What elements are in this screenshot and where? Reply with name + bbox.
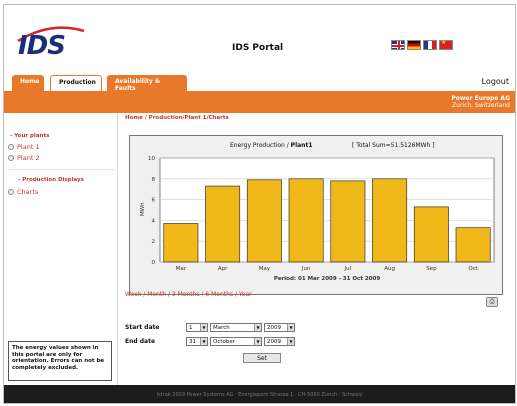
- breadcrumb[interactable]: Home / Production/Plant 1/Charts: [125, 115, 229, 121]
- start-month-select[interactable]: March ▼: [210, 323, 262, 332]
- german-flag-icon[interactable]: [407, 40, 421, 50]
- language-selector: [391, 39, 453, 50]
- x-tick-label: Jun: [301, 266, 311, 272]
- x-tick-label: May: [259, 266, 271, 272]
- x-tick-label: Sep: [426, 266, 437, 272]
- company-location: Zurich, Switzerland: [452, 102, 510, 109]
- start-date-label: Start date: [125, 324, 160, 331]
- portal-window: IDS IDS Portal Home Production Availabil…: [3, 4, 516, 404]
- bar: [455, 227, 491, 263]
- end-day-value: 31: [189, 338, 196, 345]
- sidebar-item-label: Charts: [17, 188, 39, 196]
- sidebar-item-label: Plant 2: [17, 154, 40, 162]
- print-button[interactable]: ⎙: [486, 297, 498, 307]
- tab-availability-faults[interactable]: Availability & Faults: [107, 75, 187, 92]
- bullet-icon: [8, 189, 14, 195]
- end-year-select[interactable]: 2009 ▼: [264, 337, 295, 346]
- sidebar-item-plant-1[interactable]: Plant 1: [8, 143, 40, 151]
- footer: Istrak 2009 Power Systems AG · Energiepa…: [4, 385, 515, 403]
- chevron-down-icon: ▼: [254, 324, 261, 331]
- company-band: Power Europe AG Zurich, Switzerland: [4, 93, 515, 113]
- sidebar-item-label: Plant 1: [17, 143, 40, 151]
- y-tick-label: 8: [152, 177, 156, 183]
- chevron-down-icon: ▼: [287, 338, 294, 345]
- end-month-select[interactable]: October ▼: [210, 337, 262, 346]
- start-year-value: 2009: [267, 324, 281, 331]
- main-content: Home / Production/Plant 1/Charts Energy …: [122, 113, 514, 385]
- x-tick-label: Oct: [468, 266, 478, 272]
- company-name: Power Europe AG: [451, 95, 510, 102]
- bullet-icon: [8, 144, 14, 150]
- bullet-icon: [8, 155, 14, 161]
- x-tick-label: Aug: [384, 266, 395, 272]
- chevron-down-icon: ▼: [254, 338, 261, 345]
- plants-header: - Your plants: [10, 133, 50, 139]
- y-tick-label: 2: [152, 239, 156, 245]
- y-axis-label: MWh: [140, 202, 146, 216]
- bar: [163, 223, 199, 263]
- sidebar-divider: [8, 169, 114, 170]
- chart-period: Period: 01 Mar 2009 - 31 Oct 2009: [274, 276, 381, 282]
- x-tick-label: Mar: [176, 266, 187, 272]
- start-day-value: 1: [189, 324, 193, 331]
- bar: [372, 178, 408, 263]
- production-displays-header: - Production Displays: [18, 177, 84, 183]
- bar: [288, 178, 324, 263]
- chevron-down-icon: ▼: [287, 324, 294, 331]
- bar: [413, 206, 449, 263]
- portal-title: IDS Portal: [232, 43, 284, 53]
- x-tick-label: Jul: [344, 266, 352, 272]
- printer-icon: ⎙: [489, 298, 495, 305]
- set-button[interactable]: Set: [243, 353, 281, 363]
- english-flag-icon[interactable]: [391, 40, 405, 50]
- company-info: Power Europe AG Zurich, Switzerland: [451, 95, 510, 109]
- y-tick-label: 4: [152, 218, 156, 224]
- ids-logo[interactable]: IDS: [18, 31, 66, 61]
- tab-home[interactable]: Home: [12, 75, 44, 92]
- bar: [205, 185, 241, 263]
- bar-chart-svg: 0 2 4 6 8 10 MWh Mar Apr May Jun Jul Aug Sep Oct Period…: [140, 156, 495, 282]
- bar: [330, 180, 366, 263]
- sidebar-item-plant-2[interactable]: Plant 2: [8, 154, 40, 162]
- end-year-value: 2009: [267, 338, 281, 345]
- energy-chart: Energy Production / Plant1 [ Total Sum=5…: [129, 135, 503, 295]
- start-date-row: Start date 1 ▼ March ▼ 2009 ▼: [125, 323, 297, 332]
- end-date-label: End date: [125, 338, 156, 345]
- period-links[interactable]: Week / Month / 3 Months / 6 Months / Yea…: [125, 291, 252, 298]
- start-day-select[interactable]: 1 ▼: [186, 323, 208, 332]
- y-tick-label: 10: [148, 156, 155, 162]
- header: IDS IDS Portal: [4, 5, 515, 67]
- logout-link[interactable]: Logout: [482, 77, 509, 86]
- chevron-down-icon: ▼: [200, 324, 207, 331]
- x-tick-label: Apr: [218, 266, 228, 272]
- tab-bar: Home Production Availability & Faults Lo…: [4, 67, 515, 93]
- tab-production[interactable]: Production: [50, 75, 102, 92]
- y-tick-label: 0: [152, 260, 156, 266]
- y-tick-label: 6: [152, 198, 156, 204]
- start-month-value: March: [213, 324, 230, 331]
- start-year-select[interactable]: 2009 ▼: [264, 323, 295, 332]
- chinese-flag-icon[interactable]: [439, 39, 453, 50]
- sidebar-item-charts[interactable]: Charts: [8, 188, 38, 196]
- disclaimer-notice: The energy values shown in this portal a…: [8, 341, 112, 381]
- bar: [246, 179, 282, 263]
- end-month-value: October: [213, 338, 236, 345]
- end-day-select[interactable]: 31 ▼: [186, 337, 208, 346]
- french-flag-icon[interactable]: [423, 40, 437, 50]
- sidebar: - Your plants Plant 1 Plant 2 - Producti…: [4, 113, 118, 385]
- end-date-row: End date 31 ▼ October ▼ 2009 ▼: [125, 337, 297, 346]
- chevron-down-icon: ▼: [200, 338, 207, 345]
